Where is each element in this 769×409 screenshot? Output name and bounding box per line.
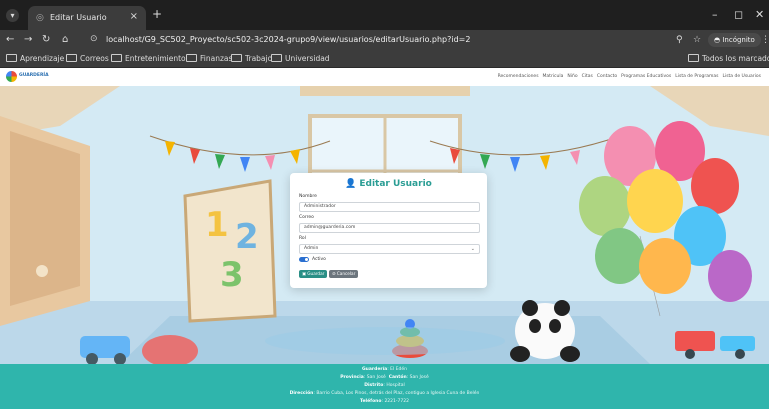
folder-icon	[111, 54, 122, 62]
browser-toolbar: ← → ↻ ⌂ ⊙ localhost/G9_SC502_Proyecto/sc…	[0, 30, 769, 50]
nav-link-lista-usuarios[interactable]: Lista de Usuarios	[722, 74, 761, 79]
svg-text:3: 3	[220, 255, 244, 295]
footer-distrito-label: Distrito	[364, 383, 384, 388]
card-title: 👤 Editar Usuario	[290, 178, 487, 190]
folder-icon	[271, 54, 282, 62]
footer-distrito-value: Hospital	[386, 383, 405, 388]
incognito-badge[interactable]: ◓ Incógnito	[708, 33, 761, 47]
site-footer: Guardería: El Edén Provincia: San José C…	[0, 364, 769, 409]
chevron-down-icon: ⌄	[470, 246, 475, 252]
bookmark-trabajo[interactable]: Trabajo	[231, 52, 272, 65]
bookmark-label: Trabajo	[245, 54, 273, 63]
folder-icon	[186, 54, 197, 62]
incognito-label: Incógnito	[722, 36, 755, 44]
footer-guarderia-value: El Edén	[390, 367, 408, 372]
footer-telefono-label: Teléfono	[360, 399, 382, 404]
folder-icon	[231, 54, 242, 62]
nav-link-contacto[interactable]: Contacto	[597, 74, 617, 79]
star-icon[interactable]: ☆	[693, 33, 701, 47]
cancelar-label: Cancelar	[336, 271, 356, 276]
bookmark-label: Entretenimiento	[125, 54, 186, 63]
footer-direccion-label: Dirección	[289, 391, 314, 396]
footer-direccion-value: Barrio Cuba, Los Pinos, detrás del Plaz,…	[316, 391, 480, 396]
guardar-label: Guardar	[307, 271, 325, 276]
nav-links: Recomendaciones Matricula Niño Citas Con…	[498, 74, 761, 79]
nav-link-programas-educativos[interactable]: Programas Educativos	[621, 74, 671, 79]
nav-link-lista-programas[interactable]: Lista de Programas	[675, 74, 718, 79]
rol-select[interactable]: Admin ⌄	[299, 244, 480, 254]
tab-title: Editar Usuario	[50, 13, 107, 22]
rol-label: Rol	[299, 236, 306, 241]
bookmark-label: Finanzas	[200, 54, 233, 63]
bookmark-label: Correos	[80, 54, 109, 63]
bookmark-aprendizaje[interactable]: Aprendizaje	[6, 52, 64, 65]
back-icon[interactable]: ←	[6, 33, 14, 47]
footer-provincia-value: San José	[366, 375, 386, 380]
home-icon[interactable]: ⌂	[62, 33, 68, 47]
nav-link-recomendaciones[interactable]: Recomendaciones	[498, 74, 539, 79]
activo-label: Activo	[312, 257, 326, 262]
bookmark-label: Aprendizaje	[20, 54, 65, 63]
svg-text:1: 1	[205, 205, 229, 245]
footer-guarderia-label: Guardería	[361, 367, 388, 372]
bookmark-all[interactable]: Todos los marcadores	[688, 52, 769, 65]
door-knob	[36, 265, 48, 277]
footer-provincia-canton: Provincia: San José Cantón: San José	[340, 375, 429, 380]
correo-label: Correo	[299, 215, 314, 220]
bookmark-correos[interactable]: Correos	[66, 52, 109, 65]
bookmark-label: Todos los marcadores	[702, 54, 769, 63]
nav-link-matricula[interactable]: Matricula	[543, 74, 564, 79]
footer-distrito: Distrito: Hospital	[364, 383, 405, 388]
user-edit-icon: 👤	[345, 179, 357, 189]
bookmark-label: Universidad	[285, 54, 330, 63]
nombre-label: Nombre	[299, 194, 317, 199]
bookmark-finanzas[interactable]: Finanzas	[186, 52, 232, 65]
nav-link-nino[interactable]: Niño	[567, 74, 577, 79]
rol-selected-value: Admin	[304, 246, 319, 251]
close-window-icon[interactable]: ✕	[755, 8, 764, 21]
zoom-icon[interactable]: ⚲	[676, 33, 683, 47]
nav-link-citas[interactable]: Citas	[582, 74, 593, 79]
footer-provincia-label: Provincia	[340, 375, 364, 380]
footer-telefono-value: 2221-7722	[384, 399, 409, 404]
activo-toggle[interactable]	[299, 257, 309, 262]
web-page: GUARDERÍA Recomendaciones Matricula Niño…	[0, 68, 769, 409]
url-text: localhost/G9_SC502_Proyecto/sc502-3c2024…	[106, 35, 471, 44]
tab-search-icon[interactable]: ▾	[6, 9, 19, 22]
tab-favicon-icon: ◎	[36, 13, 44, 23]
folder-icon	[66, 54, 77, 62]
bookmarks-bar: Aprendizaje Correos Entretenimiento Fina…	[0, 50, 769, 68]
bookmark-entretenimiento[interactable]: Entretenimiento	[111, 52, 186, 65]
site-logo[interactable]: GUARDERÍA	[6, 71, 49, 83]
folder-icon	[6, 54, 17, 62]
minimize-icon[interactable]: –	[712, 8, 718, 21]
forward-icon[interactable]: →	[24, 33, 32, 47]
logo-text: GUARDERÍA	[19, 73, 49, 78]
correo-input[interactable]: admin@guarderia.com	[299, 223, 480, 233]
edit-user-card: 👤 Editar Usuario Nombre Administrador Cor…	[290, 173, 487, 288]
maximize-icon[interactable]: ◻	[734, 8, 743, 21]
bookmark-universidad[interactable]: Universidad	[271, 52, 330, 65]
folder-icon	[688, 54, 699, 62]
footer-telefono: Teléfono: 2221-7722	[360, 399, 409, 404]
guardar-button[interactable]: ▣ Guardar	[299, 270, 328, 278]
svg-text:2: 2	[235, 217, 259, 257]
footer-canton-label: Cantón	[388, 375, 407, 380]
footer-direccion: Dirección: Barrio Cuba, Los Pinos, detrá…	[289, 391, 480, 396]
card-title-text: Editar Usuario	[359, 179, 432, 189]
footer-guarderia: Guardería: El Edén	[361, 367, 408, 372]
nombre-input[interactable]: Administrador	[299, 202, 480, 212]
cancelar-button[interactable]: ⊘ Cancelar	[329, 270, 359, 278]
browser-tab-bar: ▾ ◎ Editar Usuario × + – ◻ ✕	[0, 0, 769, 30]
reload-icon[interactable]: ↻	[42, 33, 50, 47]
site-info-icon[interactable]: ⊙	[90, 33, 98, 46]
address-bar[interactable]: ⊙ localhost/G9_SC502_Proyecto/sc502-3c20…	[84, 32, 680, 47]
menu-icon[interactable]: ⋮	[761, 33, 769, 47]
tab-close-icon[interactable]: ×	[130, 11, 138, 23]
footer-canton-value: San José	[409, 375, 429, 380]
browser-tab[interactable]: ◎ Editar Usuario ×	[28, 6, 146, 30]
site-navbar: GUARDERÍA Recomendaciones Matricula Niño…	[0, 68, 769, 86]
new-tab-button[interactable]: +	[152, 8, 162, 21]
logo-icon	[6, 71, 17, 82]
